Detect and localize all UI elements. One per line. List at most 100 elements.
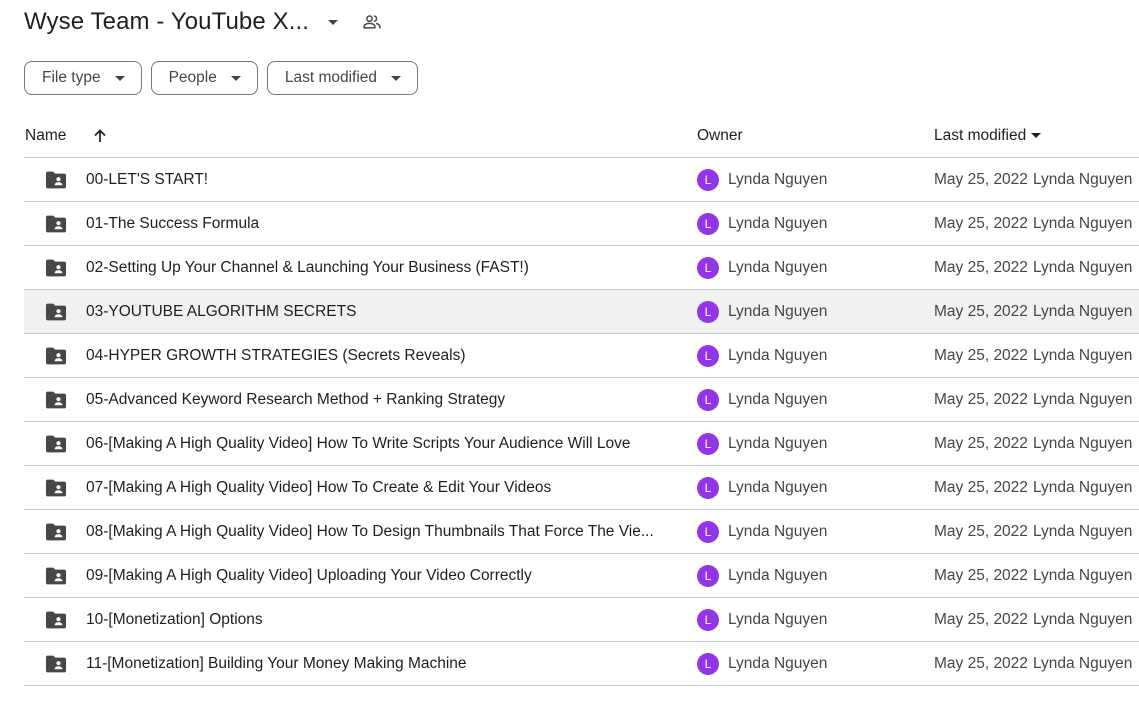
modified-date: May 25, 2022	[934, 654, 1028, 672]
arrow-drop-down-icon	[230, 75, 241, 81]
avatar: L	[697, 212, 719, 235]
chip-label: People	[168, 69, 217, 86]
file-name[interactable]: 07-[Making A High Quality Video] How To …	[86, 466, 678, 509]
file-name[interactable]: 08-[Making A High Quality Video] How To …	[86, 510, 678, 553]
table-row[interactable]: 02-Setting Up Your Channel & Launching Y…	[24, 246, 1139, 290]
file-name[interactable]: 01-The Success Formula	[86, 202, 678, 245]
arrow-drop-down-icon	[1031, 133, 1042, 138]
owner-cell: L Lynda Nguyen	[697, 378, 827, 421]
file-name[interactable]: 02-Setting Up Your Channel & Launching Y…	[86, 246, 678, 289]
filter-chips: File type People Last modified	[24, 61, 419, 95]
table-row[interactable]: 03-YOUTUBE ALGORITHM SECRETS L Lynda Ngu…	[24, 290, 1139, 334]
file-name[interactable]: 04-HYPER GROWTH STRATEGIES (Secrets Reve…	[86, 334, 678, 377]
modified-cell: May 25, 2022 Lynda Nguyen	[934, 202, 1132, 245]
shared-folder-icon	[44, 334, 68, 377]
shared-folder-icon	[44, 290, 68, 333]
last-modified-filter[interactable]: Last modified	[266, 61, 419, 95]
owner-name: Lynda Nguyen	[728, 434, 828, 452]
modified-cell: May 25, 2022 Lynda Nguyen	[934, 290, 1132, 333]
shared-folder-icon	[44, 598, 68, 641]
modified-by: Lynda Nguyen	[1032, 170, 1133, 188]
file-type-filter[interactable]: File type	[24, 61, 142, 95]
table-row[interactable]: 09-[Making A High Quality Video] Uploadi…	[24, 554, 1139, 598]
file-name[interactable]: 09-[Making A High Quality Video] Uploadi…	[86, 554, 678, 597]
table-row[interactable]: 08-[Making A High Quality Video] How To …	[24, 510, 1139, 554]
shared-folder-icon	[44, 642, 68, 685]
shared-folder-icon	[44, 422, 68, 465]
table-header: Name Owner Last modified	[24, 114, 1139, 158]
modified-date: May 25, 2022	[934, 170, 1028, 188]
owner-cell: L Lynda Nguyen	[697, 422, 827, 465]
file-name[interactable]: 00-LET'S START!	[86, 158, 678, 201]
modified-date: May 25, 2022	[934, 478, 1028, 496]
folder-header: Wyse Team - YouTube X...	[24, 0, 383, 44]
file-name[interactable]: 10-[Monetization] Options	[86, 598, 678, 641]
owner-name: Lynda Nguyen	[728, 566, 828, 584]
avatar: L	[697, 432, 719, 455]
modified-cell: May 25, 2022 Lynda Nguyen	[934, 554, 1132, 597]
modified-cell: May 25, 2022 Lynda Nguyen	[934, 642, 1132, 685]
owner-cell: L Lynda Nguyen	[697, 554, 827, 597]
avatar: L	[697, 300, 719, 323]
file-name[interactable]: 11-[Monetization] Building Your Money Ma…	[86, 642, 678, 685]
owner-name: Lynda Nguyen	[728, 170, 828, 188]
file-name[interactable]: 03-YOUTUBE ALGORITHM SECRETS	[86, 290, 678, 333]
modified-by: Lynda Nguyen	[1032, 566, 1133, 584]
drive-folder-view: Wyse Team - YouTube X... File type Peopl…	[0, 0, 1139, 702]
table-row[interactable]: 06-[Making A High Quality Video] How To …	[24, 422, 1139, 466]
column-header-name[interactable]: Name	[25, 114, 66, 157]
table-row[interactable]: 00-LET'S START! L Lynda Nguyen May 25, 2…	[24, 158, 1139, 202]
owner-name: Lynda Nguyen	[728, 478, 828, 496]
owner-cell: L Lynda Nguyen	[697, 202, 827, 245]
modified-date: May 25, 2022	[934, 302, 1028, 320]
table-row[interactable]: 01-The Success Formula L Lynda Nguyen Ma…	[24, 202, 1139, 246]
modified-date: May 25, 2022	[934, 566, 1028, 584]
column-header-last-modified[interactable]: Last modified	[934, 114, 1042, 157]
table-row[interactable]: 04-HYPER GROWTH STRATEGIES (Secrets Reve…	[24, 334, 1139, 378]
file-name[interactable]: 06-[Making A High Quality Video] How To …	[86, 422, 678, 465]
table-row[interactable]: 11-[Monetization] Building Your Money Ma…	[24, 642, 1139, 686]
modified-cell: May 25, 2022 Lynda Nguyen	[934, 334, 1132, 377]
modified-date: May 25, 2022	[934, 522, 1028, 540]
table-row[interactable]: 10-[Monetization] Options L Lynda Nguyen…	[24, 598, 1139, 642]
column-header-label: Last modified	[934, 126, 1027, 144]
modified-by: Lynda Nguyen	[1032, 654, 1133, 672]
shared-folder-icon	[44, 510, 68, 553]
owner-name: Lynda Nguyen	[728, 214, 828, 232]
shared-folder-icon	[44, 554, 68, 597]
modified-date: May 25, 2022	[934, 434, 1028, 452]
owner-name: Lynda Nguyen	[728, 302, 828, 320]
modified-by: Lynda Nguyen	[1032, 346, 1133, 364]
shared-folder-icon	[44, 158, 68, 201]
modified-date: May 25, 2022	[934, 346, 1028, 364]
modified-cell: May 25, 2022 Lynda Nguyen	[934, 246, 1132, 289]
owner-cell: L Lynda Nguyen	[697, 334, 827, 377]
file-list: Name Owner Last modified 00-LET'S START!	[24, 114, 1139, 686]
table-row[interactable]: 05-Advanced Keyword Research Method + Ra…	[24, 378, 1139, 422]
avatar: L	[697, 168, 719, 191]
people-filter[interactable]: People	[150, 61, 258, 95]
owner-cell: L Lynda Nguyen	[697, 598, 827, 641]
avatar: L	[697, 608, 719, 631]
modified-by: Lynda Nguyen	[1032, 302, 1133, 320]
avatar: L	[697, 388, 719, 411]
arrow-drop-down-icon	[391, 75, 402, 81]
modified-date: May 25, 2022	[934, 214, 1028, 232]
owner-name: Lynda Nguyen	[728, 390, 828, 408]
owner-name: Lynda Nguyen	[728, 258, 828, 276]
owner-name: Lynda Nguyen	[728, 654, 828, 672]
file-name[interactable]: 05-Advanced Keyword Research Method + Ra…	[86, 378, 678, 421]
modified-cell: May 25, 2022 Lynda Nguyen	[934, 466, 1132, 509]
table-row[interactable]: 07-[Making A High Quality Video] How To …	[24, 466, 1139, 510]
column-header-owner[interactable]: Owner	[697, 114, 743, 157]
owner-name: Lynda Nguyen	[728, 610, 828, 628]
owner-cell: L Lynda Nguyen	[697, 246, 827, 289]
folder-title[interactable]: Wyse Team - YouTube X...	[24, 8, 309, 36]
people-shared-icon[interactable]	[361, 11, 383, 33]
owner-cell: L Lynda Nguyen	[697, 158, 827, 201]
modified-date: May 25, 2022	[934, 390, 1028, 408]
modified-by: Lynda Nguyen	[1032, 390, 1133, 408]
modified-by: Lynda Nguyen	[1032, 522, 1133, 540]
arrow-drop-down-icon[interactable]	[323, 12, 343, 32]
arrow-up-icon[interactable]	[90, 114, 110, 157]
